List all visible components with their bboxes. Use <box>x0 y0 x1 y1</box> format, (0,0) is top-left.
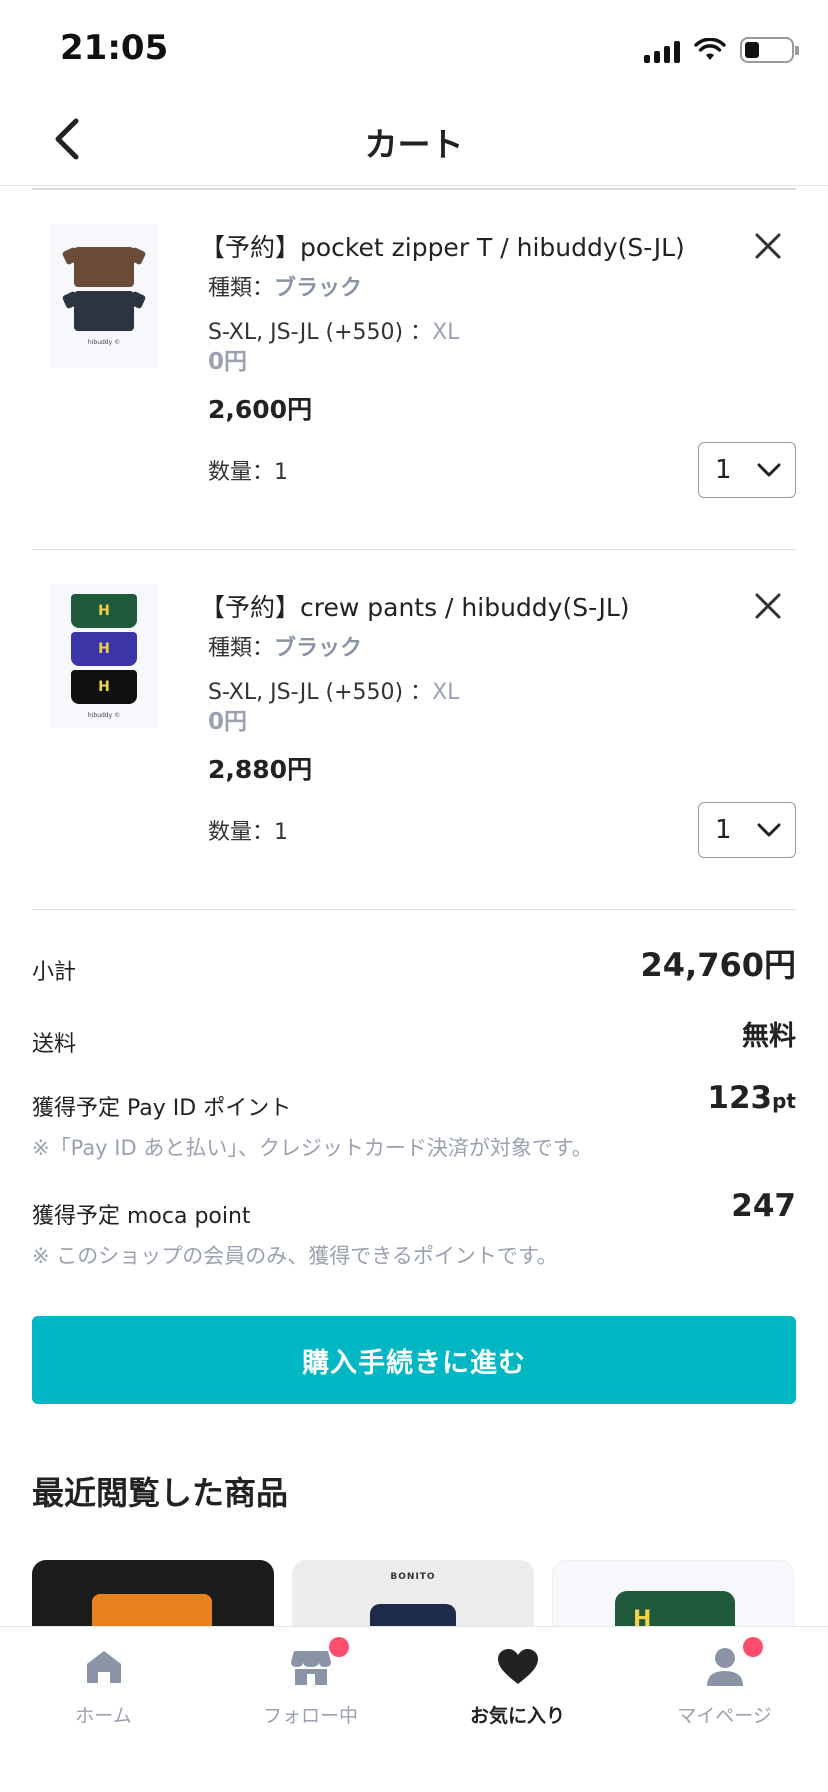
pants-black-image: H <box>71 669 137 704</box>
thumb-caption: hibuddy © <box>87 338 121 346</box>
tab-home[interactable]: ホーム <box>0 1643 207 1743</box>
tab-following[interactable]: フォロー中 <box>207 1637 414 1743</box>
points-unit: pt <box>772 1089 796 1113</box>
product-image <box>92 1594 212 1626</box>
variant-line: 種類：ブラック <box>208 270 362 302</box>
quantity-select[interactable]: 1 <box>698 802 796 858</box>
shipping-label: 送料 <box>32 1032 77 1057</box>
variant-value: ブラック <box>274 636 363 661</box>
shipping-value: 無料 <box>742 1021 796 1052</box>
subtotal-label: 小計 <box>32 960 77 985</box>
tab-label: フォロー中 <box>262 1705 358 1727</box>
cart-item: hibuddy © 【予約】pocket zipper T / hibuddy(… <box>32 190 796 550</box>
item-price: 2,880円 <box>208 755 313 784</box>
chevron-down-icon <box>757 823 781 837</box>
remove-item-button[interactable] <box>748 586 788 626</box>
notification-badge <box>328 1637 349 1657</box>
tshirt-navy-image <box>74 290 134 331</box>
payid-points-row: 獲得予定 Pay ID ポイント 123pt ※「Pay ID あと払い」、クレ… <box>32 1080 796 1170</box>
subtotal-row: 小計 24,760円 <box>32 940 796 990</box>
product-title[interactable]: 【予約】pocket zipper T / hibuddy(S-JL) <box>200 228 685 264</box>
pants-green-image: H <box>71 593 137 628</box>
product-thumbnail[interactable]: H H H hibuddy © <box>50 584 158 728</box>
quantity-label: 数量：1 <box>208 820 288 845</box>
status-icons <box>644 32 799 68</box>
divider <box>32 908 796 910</box>
close-icon <box>755 233 781 259</box>
thumb-caption: hibuddy © <box>87 711 121 719</box>
battery-icon <box>740 37 799 63</box>
variant-label: 種類： <box>208 636 275 661</box>
product-image <box>370 1604 456 1626</box>
store-icon <box>287 1637 349 1691</box>
tab-favorites[interactable]: お気に入り <box>414 1643 621 1743</box>
signal-icon <box>644 37 680 63</box>
wifi-icon <box>694 38 726 60</box>
moca-points-value: 247 <box>731 1188 796 1224</box>
item-price: 2,600円 <box>208 395 313 424</box>
nav-header: カート <box>0 96 828 186</box>
option-price: 0円 <box>208 349 248 375</box>
cart-item: H H H hibuddy © 【予約】crew pants / hibuddy… <box>32 550 796 910</box>
tab-mypage[interactable]: マイページ <box>621 1637 828 1743</box>
checkout-button[interactable]: 購入手続きに進む <box>32 1316 796 1404</box>
product-thumbnail[interactable]: hibuddy © <box>50 224 158 368</box>
status-bar: 21:05 <box>0 0 828 96</box>
recently-viewed-list: BONITO H <box>32 1560 796 1626</box>
quantity-select[interactable]: 1 <box>698 442 796 498</box>
quantity-label: 数量：1 <box>208 460 288 485</box>
tab-label: お気に入り <box>469 1705 565 1727</box>
user-icon <box>701 1637 763 1691</box>
remove-item-button[interactable] <box>748 226 788 266</box>
quantity-value: 1 <box>715 815 732 845</box>
home-icon <box>80 1643 128 1691</box>
moca-points-row: 獲得予定 moca point 247 ※ このショップの会員のみ、獲得できるポ… <box>32 1188 796 1278</box>
page-title: カート <box>364 125 464 164</box>
chevron-down-icon <box>757 463 781 477</box>
tshirt-brown-image <box>74 246 134 287</box>
heart-icon <box>494 1643 542 1691</box>
quantity-value: 1 <box>715 455 732 485</box>
shipping-row: 送料 無料 <box>32 1014 796 1060</box>
moca-points-label: 獲得予定 moca point <box>32 1204 251 1229</box>
option-value: XL <box>432 680 460 705</box>
variant-value: ブラック <box>274 276 363 301</box>
recent-product-card[interactable] <box>32 1560 274 1626</box>
product-image: H <box>615 1591 735 1626</box>
close-icon <box>755 593 781 619</box>
brand-label: BONITO <box>390 1572 436 1582</box>
payid-points-label: 獲得予定 Pay ID ポイント <box>32 1096 292 1121</box>
option-value: XL <box>432 320 460 345</box>
recent-product-card[interactable]: H <box>552 1560 794 1626</box>
notification-badge <box>742 1637 763 1657</box>
payid-points-note: ※「Pay ID あと払い」、クレジットカード決済が対象です。 <box>32 1136 593 1160</box>
pants-purple-image: H <box>71 631 137 666</box>
variant-line: 種類：ブラック <box>208 630 362 662</box>
option-price: 0円 <box>208 709 248 735</box>
recently-viewed-heading: 最近閲覧した商品 <box>32 1474 289 1512</box>
product-title[interactable]: 【予約】crew pants / hibuddy(S-JL) <box>200 588 630 624</box>
subtotal-value: 24,760円 <box>640 946 797 984</box>
moca-points-note: ※ このショップの会員のみ、獲得できるポイントです。 <box>32 1244 558 1268</box>
status-time: 21:05 <box>60 28 169 68</box>
payid-points-number: 123 <box>707 1080 773 1116</box>
tab-label: ホーム <box>75 1705 132 1727</box>
variant-label: 種類： <box>208 276 275 301</box>
recent-product-card[interactable]: BONITO <box>292 1560 534 1626</box>
payid-points-value: 123pt <box>707 1080 796 1116</box>
tab-bar: ホーム フォロー中 お気に入り マイページ <box>0 1626 828 1792</box>
tab-label: マイページ <box>677 1705 772 1727</box>
